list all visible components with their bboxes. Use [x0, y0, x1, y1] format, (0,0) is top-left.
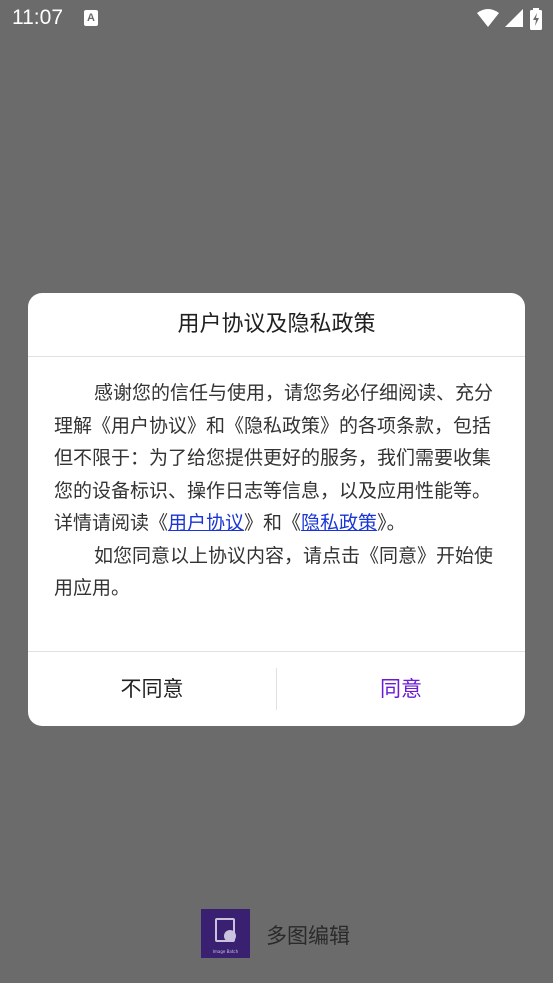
dialog-button-bar: 不同意 同意 — [28, 651, 525, 726]
wifi-icon — [476, 9, 499, 27]
battery-charging-icon — [530, 8, 542, 30]
privacy-dialog: 用户协议及隐私政策 感谢您的信任与使用，请您务必仔细阅读、充分理解《用户协议》和… — [28, 293, 525, 726]
dialog-title: 用户协议及隐私政策 — [28, 293, 525, 357]
check-icon — [224, 930, 236, 942]
agree-button[interactable]: 同意 — [277, 652, 525, 726]
app-name: 多图编辑 — [266, 924, 350, 948]
user-agreement-link[interactable]: 用户协议 — [168, 512, 244, 534]
dialog-body: 感谢您的信任与使用，请您务必仔细阅读、充分理解《用户协议》和《隐私政策》的各项条… — [54, 377, 499, 605]
app-logo: Image Batch — [201, 909, 250, 958]
disagree-button[interactable]: 不同意 — [28, 652, 276, 726]
consent-paragraph: 如您同意以上协议内容，请点击《同意》开始使用应用。 — [54, 544, 494, 600]
notification-a-icon: A — [84, 10, 98, 26]
status-icons — [476, 8, 543, 30]
status-time: 11:07 — [12, 6, 63, 29]
logo-caption: Image Batch — [212, 949, 239, 954]
agreement-text-end: 》。 — [377, 512, 406, 534]
privacy-policy-link[interactable]: 隐私政策 — [301, 512, 377, 534]
status-bar: 11:07 A — [0, 0, 553, 38]
agreement-paragraph: 感谢您的信任与使用，请您务必仔细阅读、充分理解《用户协议》和《隐私政策》的各项条… — [54, 377, 499, 540]
agreement-text-mid: 》和《 — [244, 512, 302, 534]
signal-icon — [504, 9, 523, 27]
